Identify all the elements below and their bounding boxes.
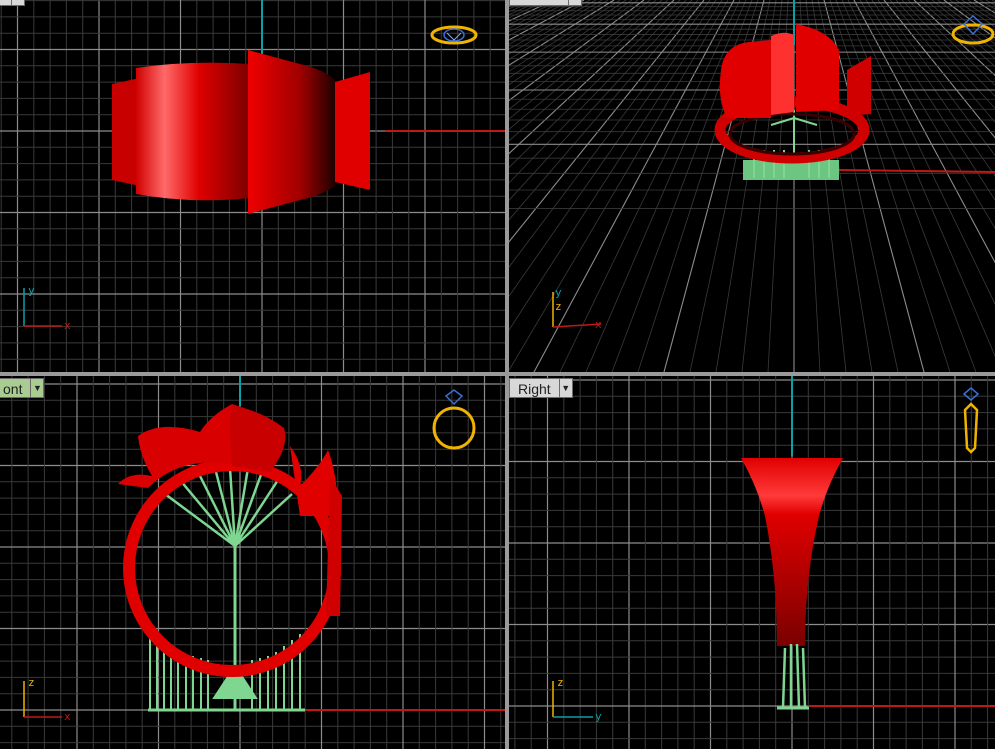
axis-indicator-right: z y: [552, 676, 602, 723]
flame-petal: [230, 404, 286, 472]
viewport-divider-horizontal[interactable]: [0, 372, 995, 376]
perspective-scene: z y x: [552, 0, 995, 331]
axis-label: z: [555, 300, 562, 313]
ring-view-widget-icon[interactable]: [430, 25, 478, 45]
ring-view-widget-icon[interactable]: [951, 14, 995, 45]
axis-label: z: [557, 676, 564, 689]
viewport-perspective[interactable]: ▼ z y x: [509, 0, 995, 372]
axis-label: y: [28, 284, 35, 297]
flame-petal: [847, 56, 871, 116]
front-scene: z x: [23, 376, 505, 723]
support-structure: [743, 110, 839, 180]
viewport-top[interactable]: ▼ y x: [0, 0, 505, 372]
ring-band-right: [248, 50, 335, 214]
axis-indicator-top: y x: [23, 284, 71, 332]
ring-band-part: [112, 78, 140, 186]
top-scene: y x: [23, 0, 505, 332]
axis-label: x: [64, 319, 71, 332]
viewport-front[interactable]: ont ▼ z x: [0, 376, 505, 749]
right-scene: z y: [552, 376, 995, 723]
axis-label: x: [595, 318, 602, 331]
viewport-right[interactable]: Right ▼ z y: [509, 376, 995, 749]
axis-label: y: [595, 710, 602, 723]
flame-petal: [796, 24, 839, 112]
ring-view-widget-icon[interactable]: [962, 387, 980, 454]
axis-label: x: [64, 710, 71, 723]
ring-band-center: [136, 62, 250, 201]
axis-indicator-perspective: z y x: [552, 286, 602, 331]
x-axis-line: [838, 169, 995, 173]
support-structure: [777, 643, 809, 710]
ring-band-end: [335, 72, 370, 190]
ring-view-widget-icon[interactable]: [432, 389, 476, 450]
axis-label: y: [555, 286, 562, 299]
flame-petal: [771, 32, 794, 115]
axis-indicator-front: z x: [23, 676, 71, 723]
ring-profile: [741, 458, 843, 646]
axis-label: z: [28, 676, 35, 689]
flame-petal: [719, 40, 771, 118]
